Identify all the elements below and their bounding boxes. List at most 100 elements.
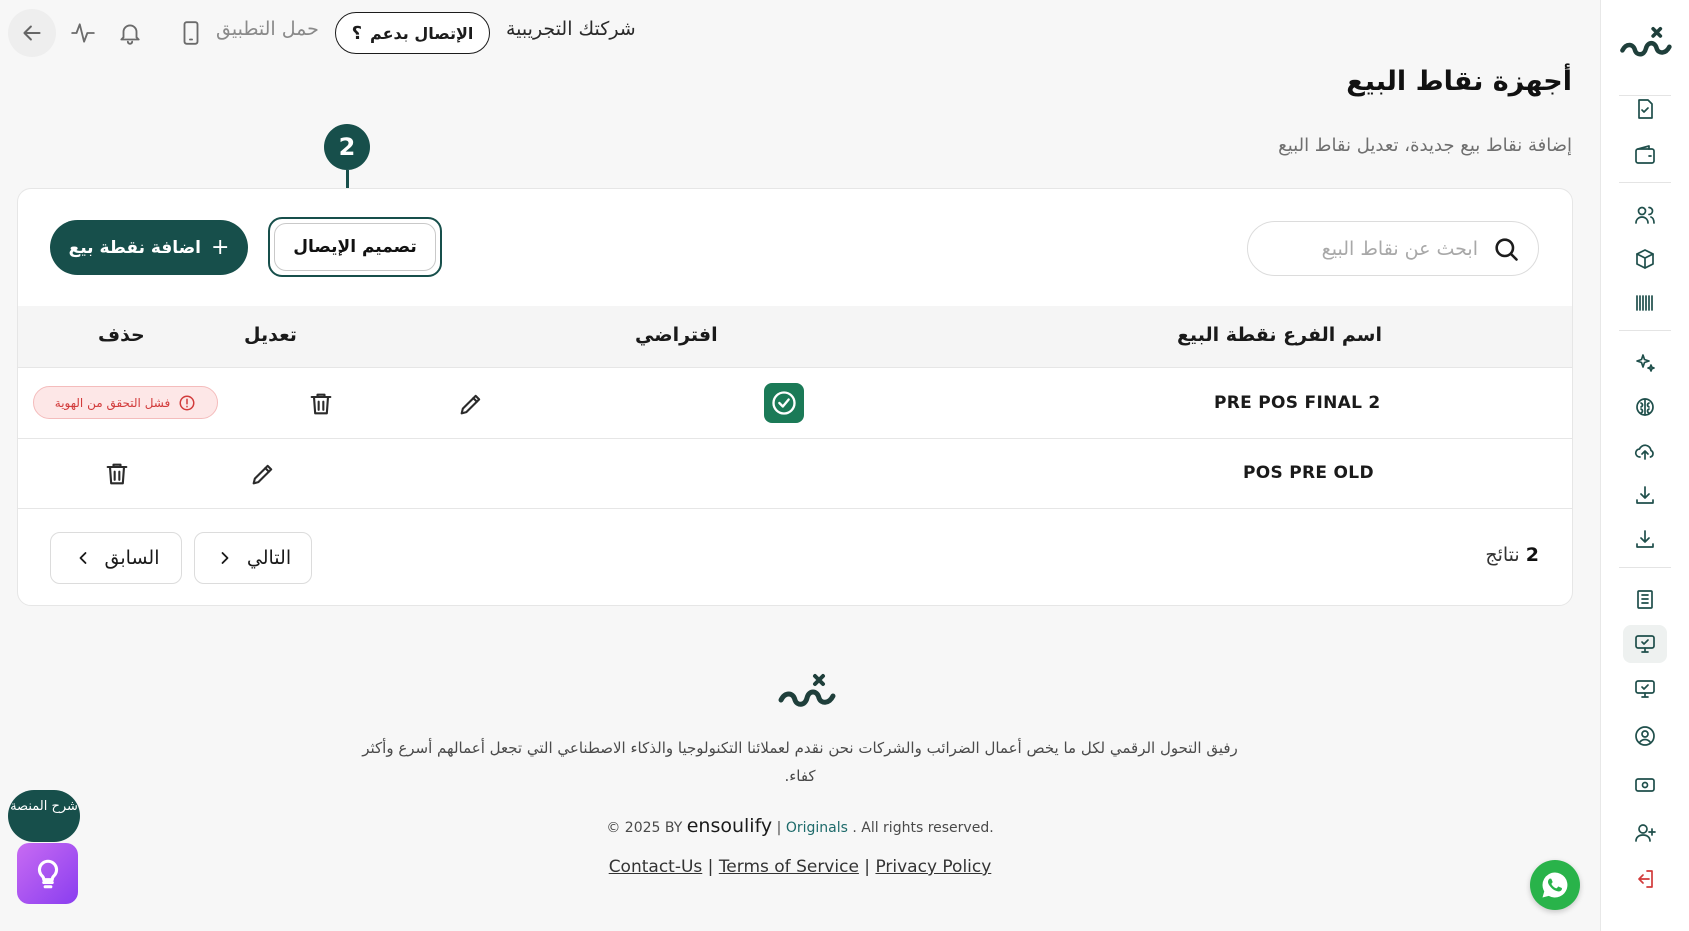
next-page-button[interactable]: التالي: [194, 532, 312, 584]
sidebar: [1600, 0, 1689, 931]
default-check-icon[interactable]: [764, 383, 804, 423]
step-marker: 2: [324, 124, 370, 170]
activity-button[interactable]: [68, 18, 98, 48]
add-pos-label: اضافة نقطة بيع: [68, 237, 201, 258]
next-label: التالي: [246, 547, 292, 569]
pencil-icon: [460, 394, 481, 415]
platform-guide-button[interactable]: شرح المنصة: [8, 790, 80, 842]
table-row: POS PRE OLD: [18, 439, 1572, 509]
header-delete: حذف: [98, 324, 145, 346]
copyright-prefix: © 2025 BY: [606, 820, 683, 836]
receipt-design-label: تصميم الإيصال: [274, 223, 436, 271]
sidebar-item-add-user[interactable]: [1623, 814, 1667, 852]
pencil-icon: [252, 464, 273, 485]
phone-button[interactable]: [176, 18, 206, 48]
document-check-icon: [1638, 99, 1653, 119]
edit-button[interactable]: [456, 389, 486, 419]
search-input[interactable]: [1278, 237, 1478, 260]
table-header: اسم الفرع نقطة البيع افتراضي تعديل حذف: [18, 306, 1572, 368]
pos-name: PRE POS FINAL 2: [1214, 393, 1381, 413]
prev-label: السابق: [104, 547, 160, 569]
alert-icon: [179, 395, 195, 410]
add-pos-button[interactable]: + اضافة نقطة بيع: [50, 220, 248, 275]
logout-icon: [1638, 870, 1653, 888]
trash-icon: [310, 393, 332, 415]
download-icon: [1636, 486, 1654, 504]
table-row: PRE POS FINAL 2 فشل التحقق من الهوية: [18, 369, 1572, 439]
sidebar-item-products[interactable]: [1623, 240, 1667, 278]
sidebar-divider: [1619, 567, 1671, 568]
status-text: فشل التحقق من الهوية: [54, 395, 171, 410]
edit-button[interactable]: [248, 459, 278, 489]
footer-copyright: © 2025 BY ensoulify | Originals . All ri…: [606, 815, 994, 837]
prev-page-button[interactable]: السابق: [50, 532, 182, 584]
terms-link[interactable]: Terms of Service: [719, 857, 859, 877]
download-app-link[interactable]: حمل التطبيق: [216, 18, 319, 40]
sidebar-item-profile[interactable]: [1623, 717, 1667, 755]
whatsapp-button[interactable]: [1530, 860, 1580, 910]
header-edit: تعديل: [244, 324, 297, 346]
originals-link[interactable]: Originals: [786, 820, 848, 836]
results-number: 2: [1525, 544, 1539, 566]
page-title: أجهزة نقاط البيع: [1346, 66, 1572, 97]
sidebar-item-customers[interactable]: [1623, 196, 1667, 234]
barcode-icon: [1636, 295, 1653, 311]
sidebar-item-import[interactable]: [1623, 476, 1667, 514]
back-arrow-icon: [23, 25, 41, 41]
search-icon: [1495, 237, 1518, 261]
cash-icon: [1635, 778, 1655, 792]
ideas-button[interactable]: [17, 843, 78, 904]
privacy-link[interactable]: Privacy Policy: [875, 857, 991, 877]
sidebar-divider: [1619, 330, 1671, 331]
question-icon: ؟: [351, 22, 363, 44]
sidebar-item-billing[interactable]: [1623, 766, 1667, 804]
footer-description: رفيق التحول الرقمي لكل ما يخص أعمال الضر…: [362, 739, 1238, 785]
sidebar-item-logout[interactable]: [1623, 860, 1667, 898]
sidebar-item-wallet[interactable]: [1623, 136, 1667, 174]
bell-icon: [120, 24, 140, 45]
sidebar-item-invoices[interactable]: [1623, 90, 1667, 128]
page-subtitle: إضافة نقاط بيع جديدة، تعديل نقاط البيع: [1278, 135, 1572, 156]
notifications-button[interactable]: [115, 18, 145, 48]
sidebar-item-upload[interactable]: [1623, 432, 1667, 470]
receipt-design-button[interactable]: تصميم الإيصال: [268, 217, 442, 277]
wallet-icon: [1635, 145, 1655, 164]
brand-name[interactable]: ensoulify: [687, 815, 772, 837]
sidebar-item-pos-settings[interactable]: [1623, 670, 1667, 708]
top-bar: حمل التطبيق الإتصال بدعم ؟ شركتك التجريب…: [0, 0, 1600, 66]
contact-link[interactable]: Contact-Us: [609, 857, 703, 877]
delete-button[interactable]: [306, 389, 336, 419]
rights-text: . All rights reserved.: [852, 820, 994, 836]
users-icon: [1635, 206, 1655, 224]
phone-icon: [183, 21, 199, 45]
header-default: افتراضي: [635, 324, 718, 346]
plus-icon: +: [210, 235, 230, 260]
sidebar-item-reports[interactable]: [1623, 580, 1667, 618]
monitor-icon: [1635, 680, 1655, 698]
status-badge: فشل التحقق من الهوية: [33, 386, 218, 419]
sidebar-item-ai[interactable]: [1623, 344, 1667, 382]
chevron-right-icon: [221, 552, 229, 564]
company-name[interactable]: شركتك التجريبية: [506, 18, 636, 40]
search-field[interactable]: [1247, 221, 1539, 276]
app-logo[interactable]: [1617, 22, 1673, 68]
user-plus-icon: [1635, 824, 1656, 842]
footer-links: Contact-Us | Terms of Service | Privacy …: [608, 857, 992, 877]
support-button[interactable]: الإتصال بدعم ؟: [335, 12, 490, 54]
header-name: اسم الفرع نقطة البيع: [1176, 324, 1382, 346]
footer-logo: [778, 674, 836, 707]
whatsapp-icon: [1542, 872, 1568, 898]
delete-button[interactable]: [102, 459, 132, 489]
chevron-left-icon: [79, 552, 86, 564]
results-count: 2 نتائج: [1485, 544, 1539, 566]
sidebar-divider: [1619, 182, 1671, 183]
trash-icon: [106, 463, 128, 485]
back-button[interactable]: [8, 9, 56, 57]
monitor-check-icon: [1635, 635, 1655, 653]
download-tray-icon: [1636, 530, 1654, 548]
sidebar-item-export[interactable]: [1623, 520, 1667, 558]
sidebar-item-pos-devices[interactable]: [1623, 625, 1667, 663]
sidebar-item-brain[interactable]: [1623, 388, 1667, 426]
sparkles-icon: [1636, 354, 1655, 372]
sidebar-item-barcode[interactable]: [1623, 284, 1667, 322]
